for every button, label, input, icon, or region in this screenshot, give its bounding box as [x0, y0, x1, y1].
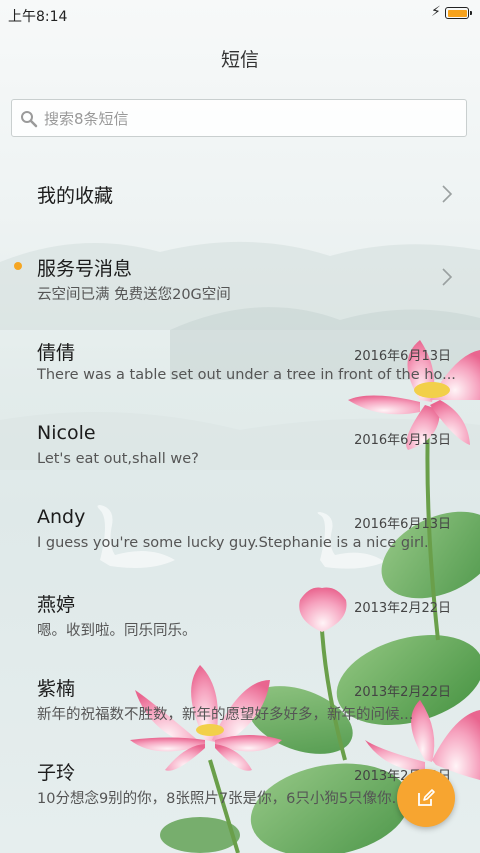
charging-icon: ⚡ [431, 4, 441, 20]
conversation-preview: There was a table set out under a tree i… [37, 367, 455, 383]
conversation-date: 2016年6月13日 [354, 433, 451, 448]
status-bar: 上午8:14 ⚡ [0, 0, 480, 28]
conversation-item[interactable]: 紫楠 2013年2月22日 新年的祝福数不胜数，新年的愿望好多好多，新年的问候.… [0, 656, 480, 740]
conversation-preview: 新年的祝福数不胜数，新年的愿望好多好多，新年的问候... [37, 707, 414, 723]
conversation-date: 2013年2月22日 [354, 601, 451, 616]
unread-dot [14, 262, 22, 270]
conversation-preview: 云空间已满 免费送您20G空间 [37, 287, 231, 303]
conversation-preview: 10分想念9别的你，8张照片7张是你，6只小狗5只像你... [37, 791, 406, 807]
conversation-item[interactable]: 燕婷 2013年2月22日 嗯。收到啦。同乐同乐。 [0, 572, 480, 656]
conversation-item[interactable]: Nicole 2016年6月13日 Let's eat out,shall we… [0, 404, 480, 488]
conversation-name: Andy [37, 506, 86, 528]
search-icon [21, 111, 38, 128]
conversation-date: 2016年6月13日 [354, 349, 451, 364]
search-box[interactable] [11, 99, 467, 137]
conversation-name: 子玲 [37, 762, 76, 784]
conversation-item[interactable]: 倩倩 2016年6月13日 There was a table set out … [0, 320, 480, 404]
compose-button[interactable] [397, 769, 455, 827]
chevron-right-icon [442, 185, 453, 203]
service-messages-item[interactable]: 服务号消息 云空间已满 免费送您20G空间 [0, 236, 480, 320]
conversation-name: 服务号消息 [37, 258, 133, 280]
chevron-right-icon [442, 268, 453, 286]
conversation-preview: Let's eat out,shall we? [37, 451, 199, 467]
conversation-preview: 嗯。收到啦。同乐同乐。 [37, 623, 197, 639]
favorites-label: 我的收藏 [37, 185, 114, 207]
conversation-name: 紫楠 [37, 678, 76, 700]
conversation-date: 2016年6月13日 [354, 517, 451, 532]
conversation-name: Nicole [37, 422, 96, 444]
conversation-preview: I guess you're some lucky guy.Stephanie … [37, 535, 429, 551]
conversation-name: 倩倩 [37, 342, 76, 364]
conversation-name: 燕婷 [37, 594, 76, 616]
status-time: 上午8:14 [8, 9, 68, 25]
search-input[interactable] [42, 104, 456, 134]
conversation-item[interactable]: Andy 2016年6月13日 I guess you're some luck… [0, 488, 480, 572]
battery-icon [445, 7, 472, 19]
compose-icon [418, 789, 435, 806]
page-title: 短信 [220, 49, 259, 71]
favorites-item[interactable]: 我的收藏 [0, 152, 480, 236]
conversation-date: 2013年2月22日 [354, 685, 451, 700]
